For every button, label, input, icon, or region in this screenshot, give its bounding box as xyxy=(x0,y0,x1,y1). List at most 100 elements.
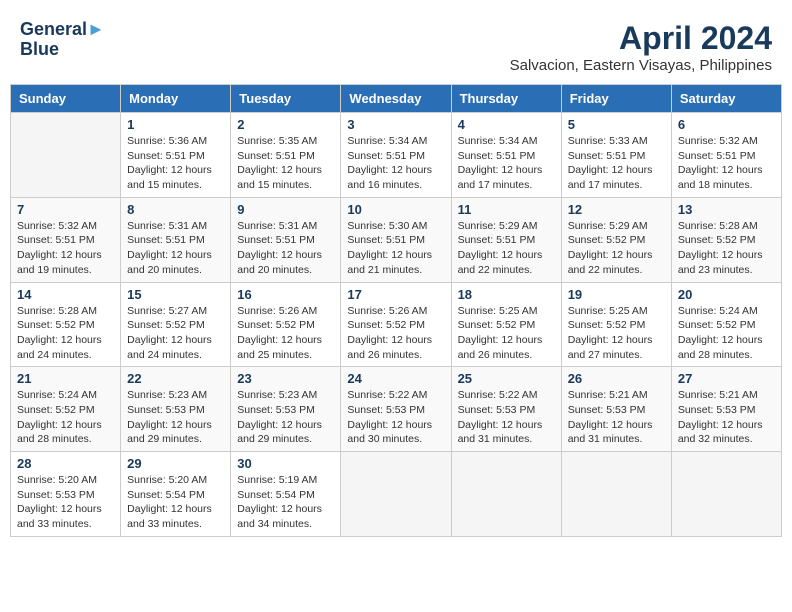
table-row: 1 Sunrise: 5:36 AM Sunset: 5:51 PM Daylig… xyxy=(121,113,231,198)
day-info: Sunrise: 5:27 AM Sunset: 5:52 PM Dayligh… xyxy=(127,304,224,363)
day-info: Sunrise: 5:32 AM Sunset: 5:51 PM Dayligh… xyxy=(678,134,775,193)
col-wednesday: Wednesday xyxy=(341,85,451,113)
day-info: Sunrise: 5:25 AM Sunset: 5:52 PM Dayligh… xyxy=(458,304,555,363)
col-sunday: Sunday xyxy=(11,85,121,113)
day-info: Sunrise: 5:31 AM Sunset: 5:51 PM Dayligh… xyxy=(127,219,224,278)
day-info: Sunrise: 5:21 AM Sunset: 5:53 PM Dayligh… xyxy=(678,388,775,447)
day-info: Sunrise: 5:26 AM Sunset: 5:52 PM Dayligh… xyxy=(237,304,334,363)
day-number: 5 xyxy=(568,117,665,132)
day-info: Sunrise: 5:22 AM Sunset: 5:53 PM Dayligh… xyxy=(458,388,555,447)
table-row: 4 Sunrise: 5:34 AM Sunset: 5:51 PM Daylig… xyxy=(451,113,561,198)
day-info: Sunrise: 5:35 AM Sunset: 5:51 PM Dayligh… xyxy=(237,134,334,193)
day-number: 15 xyxy=(127,287,224,302)
day-number: 29 xyxy=(127,456,224,471)
table-row: 12Sunrise: 5:29 AM Sunset: 5:52 PM Dayli… xyxy=(561,197,671,282)
calendar-table: Sunday Monday Tuesday Wednesday Thursday… xyxy=(10,84,782,537)
day-number: 14 xyxy=(17,287,114,302)
day-number: 11 xyxy=(458,202,555,217)
day-number: 23 xyxy=(237,371,334,386)
table-row xyxy=(561,452,671,537)
day-number: 26 xyxy=(568,371,665,386)
table-row: 23 Sunrise: 5:23 AM Sunset: 5:53 PM Dayli… xyxy=(231,367,341,452)
day-number: 16 xyxy=(237,287,334,302)
day-info: Sunrise: 5:34 AM Sunset: 5:51 PM Dayligh… xyxy=(347,134,444,193)
day-info: Sunrise: 5:20 AM Sunset: 5:54 PM Dayligh… xyxy=(127,473,224,532)
table-row: 14 Sunrise: 5:28 AM Sunset: 5:52 PM Dayli… xyxy=(11,282,121,367)
table-row xyxy=(671,452,781,537)
calendar-week-row: 21 Sunrise: 5:24 AM Sunset: 5:52 PM Dayli… xyxy=(11,367,782,452)
day-number: 27 xyxy=(678,371,775,386)
table-row: 22 Sunrise: 5:23 AM Sunset: 5:53 PM Dayli… xyxy=(121,367,231,452)
day-info: Sunrise: 5:24 AM Sunset: 5:52 PM Dayligh… xyxy=(17,388,114,447)
day-number: 6 xyxy=(678,117,775,132)
table-row: 6 Sunrise: 5:32 AM Sunset: 5:51 PM Daylig… xyxy=(671,113,781,198)
day-number: 1 xyxy=(127,117,224,132)
day-info: Sunrise: 5:33 AM Sunset: 5:51 PM Dayligh… xyxy=(568,134,665,193)
col-monday: Monday xyxy=(121,85,231,113)
day-info: Sunrise: 5:31 AM Sunset: 5:51 PM Dayligh… xyxy=(237,219,334,278)
calendar-week-row: 28 Sunrise: 5:20 AM Sunset: 5:53 PM Dayli… xyxy=(11,452,782,537)
page-header: General►Blue April 2024 Salvacion, Easte… xyxy=(10,10,782,79)
table-row: 24 Sunrise: 5:22 AM Sunset: 5:53 PM Dayli… xyxy=(341,367,451,452)
day-number: 28 xyxy=(17,456,114,471)
day-number: 21 xyxy=(17,371,114,386)
table-row: 7Sunrise: 5:32 AM Sunset: 5:51 PM Daylig… xyxy=(11,197,121,282)
table-row: 20 Sunrise: 5:24 AM Sunset: 5:52 PM Dayli… xyxy=(671,282,781,367)
day-number: 25 xyxy=(458,371,555,386)
page-title: April 2024 xyxy=(510,20,772,57)
page-subtitle: Salvacion, Eastern Visayas, Philippines xyxy=(510,57,772,74)
table-row xyxy=(341,452,451,537)
day-number: 13 xyxy=(678,202,775,217)
day-number: 22 xyxy=(127,371,224,386)
day-number: 17 xyxy=(347,287,444,302)
day-info: Sunrise: 5:29 AM Sunset: 5:51 PM Dayligh… xyxy=(458,219,555,278)
table-row: 26 Sunrise: 5:21 AM Sunset: 5:53 PM Dayli… xyxy=(561,367,671,452)
day-number: 8 xyxy=(127,202,224,217)
col-thursday: Thursday xyxy=(451,85,561,113)
day-info: Sunrise: 5:28 AM Sunset: 5:52 PM Dayligh… xyxy=(17,304,114,363)
table-row: 2 Sunrise: 5:35 AM Sunset: 5:51 PM Daylig… xyxy=(231,113,341,198)
day-info: Sunrise: 5:19 AM Sunset: 5:54 PM Dayligh… xyxy=(237,473,334,532)
day-info: Sunrise: 5:25 AM Sunset: 5:52 PM Dayligh… xyxy=(568,304,665,363)
table-row: 30 Sunrise: 5:19 AM Sunset: 5:54 PM Dayli… xyxy=(231,452,341,537)
day-number: 18 xyxy=(458,287,555,302)
calendar-header-row: Sunday Monday Tuesday Wednesday Thursday… xyxy=(11,85,782,113)
day-number: 24 xyxy=(347,371,444,386)
col-tuesday: Tuesday xyxy=(231,85,341,113)
calendar-week-row: 1 Sunrise: 5:36 AM Sunset: 5:51 PM Daylig… xyxy=(11,113,782,198)
day-info: Sunrise: 5:23 AM Sunset: 5:53 PM Dayligh… xyxy=(237,388,334,447)
day-info: Sunrise: 5:23 AM Sunset: 5:53 PM Dayligh… xyxy=(127,388,224,447)
day-info: Sunrise: 5:29 AM Sunset: 5:52 PM Dayligh… xyxy=(568,219,665,278)
day-number: 20 xyxy=(678,287,775,302)
day-info: Sunrise: 5:24 AM Sunset: 5:52 PM Dayligh… xyxy=(678,304,775,363)
table-row: 18 Sunrise: 5:25 AM Sunset: 5:52 PM Dayli… xyxy=(451,282,561,367)
table-row: 28 Sunrise: 5:20 AM Sunset: 5:53 PM Dayli… xyxy=(11,452,121,537)
table-row: 11 Sunrise: 5:29 AM Sunset: 5:51 PM Dayli… xyxy=(451,197,561,282)
title-block: April 2024 Salvacion, Eastern Visayas, P… xyxy=(510,20,772,74)
table-row: 9 Sunrise: 5:31 AM Sunset: 5:51 PM Daylig… xyxy=(231,197,341,282)
table-row xyxy=(451,452,561,537)
table-row: 21 Sunrise: 5:24 AM Sunset: 5:52 PM Dayli… xyxy=(11,367,121,452)
day-number: 9 xyxy=(237,202,334,217)
day-info: Sunrise: 5:28 AM Sunset: 5:52 PM Dayligh… xyxy=(678,219,775,278)
table-row: 5 Sunrise: 5:33 AM Sunset: 5:51 PM Daylig… xyxy=(561,113,671,198)
col-friday: Friday xyxy=(561,85,671,113)
day-number: 10 xyxy=(347,202,444,217)
day-info: Sunrise: 5:21 AM Sunset: 5:53 PM Dayligh… xyxy=(568,388,665,447)
day-info: Sunrise: 5:20 AM Sunset: 5:53 PM Dayligh… xyxy=(17,473,114,532)
table-row: 25 Sunrise: 5:22 AM Sunset: 5:53 PM Dayli… xyxy=(451,367,561,452)
calendar-week-row: 14 Sunrise: 5:28 AM Sunset: 5:52 PM Dayli… xyxy=(11,282,782,367)
table-row: 15 Sunrise: 5:27 AM Sunset: 5:52 PM Dayli… xyxy=(121,282,231,367)
table-row: 10Sunrise: 5:30 AM Sunset: 5:51 PM Dayli… xyxy=(341,197,451,282)
day-number: 2 xyxy=(237,117,334,132)
day-info: Sunrise: 5:22 AM Sunset: 5:53 PM Dayligh… xyxy=(347,388,444,447)
logo-text: General►Blue xyxy=(20,20,105,60)
day-info: Sunrise: 5:34 AM Sunset: 5:51 PM Dayligh… xyxy=(458,134,555,193)
day-number: 4 xyxy=(458,117,555,132)
day-number: 30 xyxy=(237,456,334,471)
day-number: 19 xyxy=(568,287,665,302)
day-info: Sunrise: 5:36 AM Sunset: 5:51 PM Dayligh… xyxy=(127,134,224,193)
day-number: 3 xyxy=(347,117,444,132)
calendar-week-row: 7Sunrise: 5:32 AM Sunset: 5:51 PM Daylig… xyxy=(11,197,782,282)
col-saturday: Saturday xyxy=(671,85,781,113)
